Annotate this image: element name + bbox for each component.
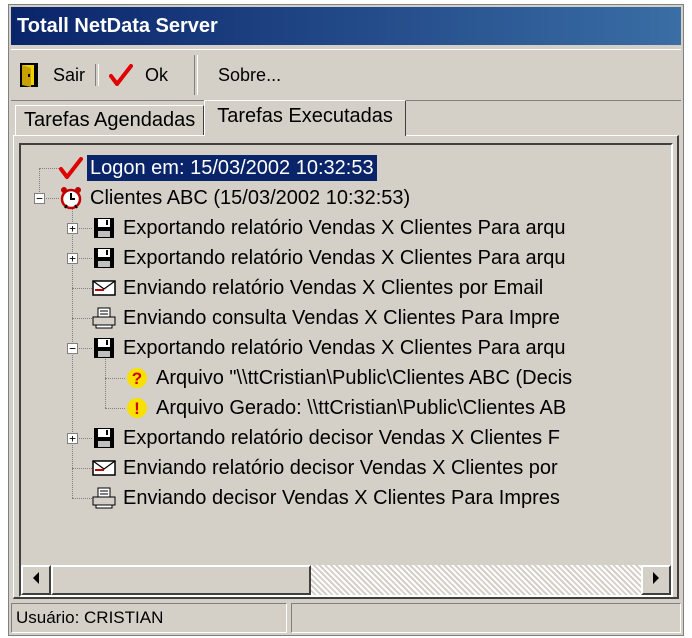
toolbar-separator (194, 55, 199, 95)
expand-toggle[interactable]: + (67, 223, 78, 234)
tree-item-label: Exportando relatório Vendas X Clientes P… (123, 337, 566, 359)
exit-button[interactable]: Sair (11, 55, 91, 95)
tree-item[interactable]: Logon em: 15/03/2002 10:32:53 (59, 153, 377, 183)
tree-item[interactable]: ! Arquivo Gerado: \\ttCristian\Public\Cli… (125, 393, 569, 423)
expand-toggle[interactable]: + (67, 433, 78, 444)
floppy-disk-icon (92, 246, 116, 270)
tree-item-label: Clientes ABC (15/03/2002 10:32:53) (90, 187, 411, 209)
tree-connector-line (72, 318, 92, 319)
printer-icon (92, 306, 116, 330)
svg-text:!: ! (134, 399, 140, 418)
status-bar: Usuário: CRISTIAN (11, 603, 681, 633)
window-title: Totall NetData Server (17, 14, 218, 37)
tree-item-label: Exportando relatório decisor Vendas X Cl… (123, 427, 560, 449)
status-extra (291, 603, 681, 633)
exit-door-icon (17, 63, 41, 87)
check-icon (59, 156, 83, 180)
arrow-right-icon (652, 571, 660, 589)
tab-label: Tarefas Agendadas (24, 109, 196, 131)
tree-item[interactable]: Enviando relatório Vendas X Clientes por… (92, 273, 546, 303)
expand-toggle[interactable]: + (67, 253, 78, 264)
tree-item[interactable]: Enviando decisor Vendas X Clientes Para … (92, 483, 563, 513)
tree-item[interactable]: Enviando consulta Vendas X Clientes Para… (92, 303, 563, 333)
floppy-disk-icon (92, 336, 116, 360)
question-icon: ? (125, 366, 149, 390)
arrow-left-icon (32, 571, 40, 589)
tree-item-label: Enviando decisor Vendas X Clientes Para … (123, 487, 560, 509)
tab-strip: Tarefas Agendadas Tarefas Executadas (15, 100, 406, 136)
tree-connector-line (72, 498, 92, 499)
email-icon (92, 276, 116, 300)
tree-item[interactable]: Exportando relatório Vendas X Clientes P… (92, 333, 569, 363)
tab-tarefas-executadas[interactable]: Tarefas Executadas (204, 100, 406, 136)
tree-item-label: Enviando relatório Vendas X Clientes por… (123, 277, 544, 299)
email-icon (92, 456, 116, 480)
tree-connector-line (105, 408, 125, 409)
tree-content: Logon em: 15/03/2002 10:32:53 − Clientes A… (21, 145, 671, 565)
tree-item[interactable]: Exportando relatório Vendas X Clientes P… (92, 213, 569, 243)
tree-item[interactable]: Exportando relatório decisor Vendas X Cl… (92, 423, 563, 453)
task-tree-view[interactable]: Logon em: 15/03/2002 10:32:53 − Clientes A… (19, 143, 673, 597)
check-icon (109, 63, 134, 87)
about-label: Sobre... (218, 64, 282, 85)
tree-connector-line (105, 378, 125, 379)
tree-connector-line (72, 468, 92, 469)
tree-item-label: Logon em: 15/03/2002 10:32:53 (87, 155, 377, 181)
tab-tarefas-agendadas[interactable]: Tarefas Agendadas (15, 105, 205, 135)
tab-label: Tarefas Executadas (217, 105, 393, 127)
tree-item-label: Arquivo Gerado: \\ttCristian\Public\Clie… (156, 397, 567, 419)
exit-label: Sair (53, 64, 86, 85)
scroll-left-button[interactable] (21, 565, 51, 595)
about-button[interactable]: Sobre... (212, 55, 287, 95)
toolbar-separator (95, 64, 100, 86)
scroll-thumb[interactable] (51, 565, 311, 595)
tree-item[interactable]: Enviando relatório decisor Vendas X Clie… (92, 453, 561, 483)
app-window: Totall NetData Server Sair Ok Sobre... T… (8, 4, 684, 636)
tree-item[interactable]: Exportando relatório Vendas X Clientes P… (92, 243, 569, 273)
horizontal-scrollbar[interactable] (21, 565, 671, 595)
tree-item-label: Enviando relatório decisor Vendas X Clie… (123, 457, 558, 479)
status-user: Usuário: CRISTIAN (11, 603, 287, 633)
tree-item-label: Exportando relatório Vendas X Clientes P… (123, 247, 566, 269)
tree-connector-line (72, 288, 92, 289)
svg-text:?: ? (132, 369, 142, 388)
tree-item[interactable]: ? Arquivo "\\ttCristian\Public\Clientes A… (125, 363, 575, 393)
ok-label: Ok (145, 64, 169, 85)
warning-icon: ! (125, 396, 149, 420)
collapse-toggle[interactable]: − (34, 193, 45, 204)
collapse-toggle[interactable]: − (67, 343, 78, 354)
tree-connector-line (39, 168, 59, 169)
scroll-right-button[interactable] (641, 565, 671, 595)
floppy-disk-icon (92, 216, 116, 240)
printer-icon (92, 486, 116, 510)
floppy-disk-icon (92, 426, 116, 450)
tree-item[interactable]: Clientes ABC (15/03/2002 10:32:53) (59, 183, 413, 213)
title-bar[interactable]: Totall NetData Server (11, 7, 681, 45)
toolbar: Sair Ok Sobre... (11, 49, 681, 101)
tree-item-label: Exportando relatório Vendas X Clientes P… (123, 217, 566, 239)
tree-item-label: Enviando consulta Vendas X Clientes Para… (123, 307, 560, 329)
tree-item-label: Arquivo "\\ttCristian\Public\Clientes AB… (156, 367, 573, 389)
alarm-clock-icon (59, 186, 83, 210)
ok-button[interactable]: Ok (103, 55, 174, 95)
